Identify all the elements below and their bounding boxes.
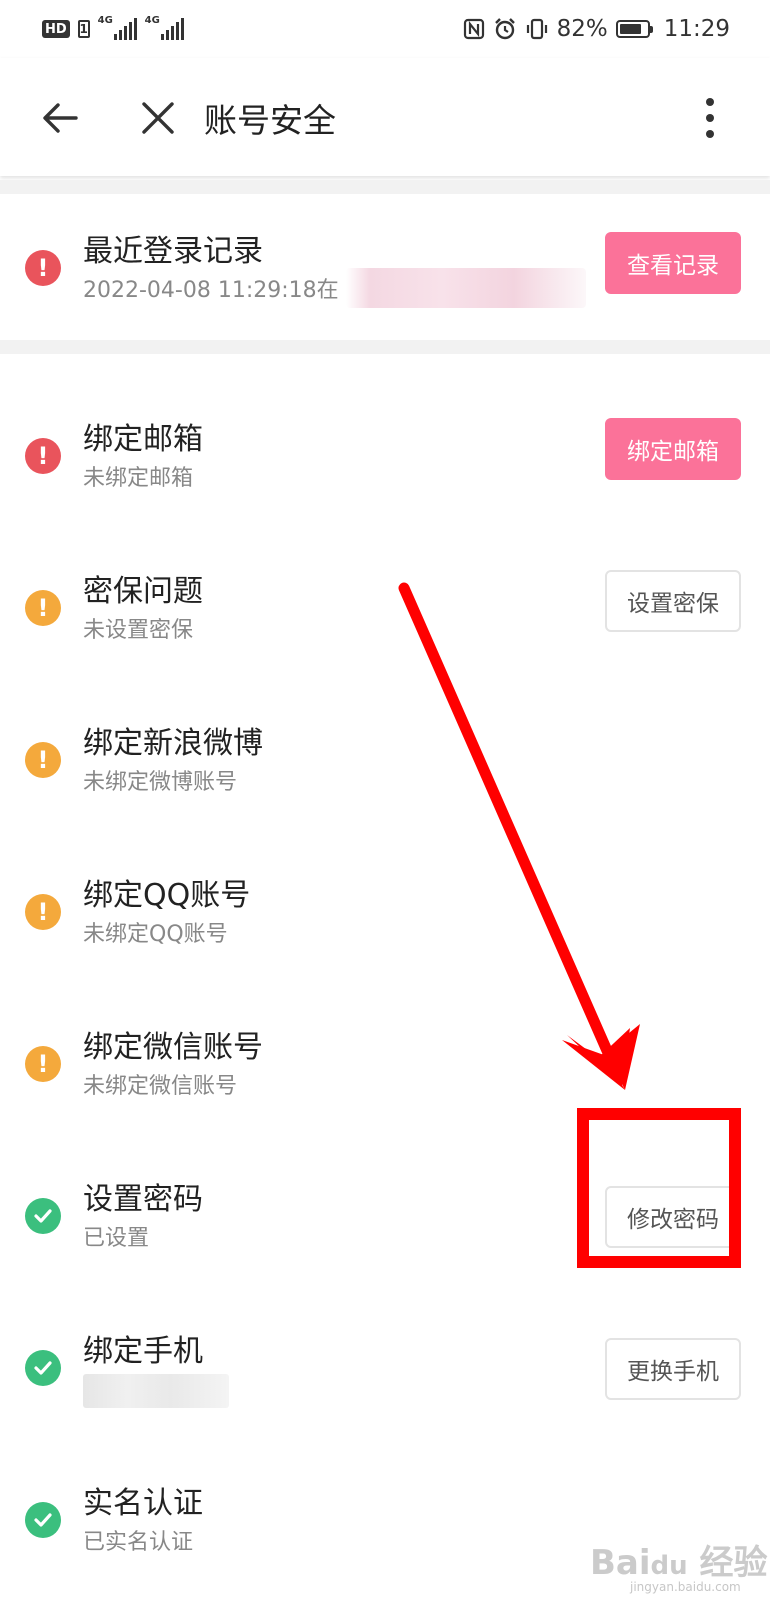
row-subtitle: 未绑定微信账号 [83,1074,238,1099]
section-divider [0,340,770,354]
row-bind-wechat[interactable]: ! 绑定微信账号 未绑定微信账号 [0,1020,770,1130]
arrow-left-icon[interactable] [40,98,80,138]
hd-badge: HD [42,20,70,38]
exclamation-circle-icon: ! [25,1046,61,1082]
vibrate-icon [526,18,547,40]
row-title: 最近登录记录 [83,234,263,269]
exclamation-circle-icon: ! [25,742,61,778]
row-title: 绑定新浪微博 [83,726,263,761]
row-bind-weibo[interactable]: ! 绑定新浪微博 未绑定微博账号 [0,716,770,826]
row-bind-qq[interactable]: ! 绑定QQ账号 未绑定QQ账号 [0,868,770,978]
check-circle-icon [25,1350,61,1386]
row-title: 绑定微信账号 [83,1030,263,1065]
signal-icon: 4G [97,15,137,40]
battery-percent: 82% [556,16,608,42]
row-subtitle: 未设置密保 [83,618,194,643]
network-type-2: 4G [144,15,160,26]
bind-email-button[interactable]: 绑定邮箱 [605,418,741,480]
change-phone-button[interactable]: 更换手机 [605,1338,741,1400]
exclamation-circle-icon: ! [25,250,61,286]
row-security-question: ! 密保问题 未设置密保 设置密保 [0,564,770,674]
alarm-icon [494,18,515,40]
row-subtitle: 2022-04-08 11:29:18在 [83,278,339,303]
row-subtitle: 未绑定微博账号 [83,770,238,795]
status-bar-right: 82% 11:29 [463,16,730,42]
row-title: 绑定手机 [83,1334,203,1369]
status-bar: HD 1 4G 4G 82% 11:29 [0,0,770,58]
row-title: 绑定邮箱 [83,422,203,457]
network-type: 4G [97,15,113,26]
set-security-question-button[interactable]: 设置密保 [605,570,741,632]
signal-icon-2: 4G [144,15,184,40]
row-title: 绑定QQ账号 [83,878,251,913]
row-subtitle: 已实名认证 [83,1530,194,1555]
check-circle-icon [25,1198,61,1234]
blurred-phone-number [83,1374,229,1408]
row-subtitle: 未绑定QQ账号 [83,922,228,947]
row-title: 设置密码 [83,1182,203,1217]
close-icon[interactable] [138,98,178,138]
exclamation-circle-icon: ! [25,894,61,930]
change-password-button[interactable]: 修改密码 [605,1186,741,1248]
section-divider [0,180,770,194]
check-circle-icon [25,1502,61,1538]
page-title: 账号安全 [204,101,336,140]
row-subtitle: 未绑定邮箱 [83,466,194,491]
status-bar-left: HD 1 4G 4G [42,15,184,40]
view-records-button[interactable]: 查看记录 [605,232,741,294]
watermark-url: jingyan.baidu.com [630,1580,741,1594]
blurred-location [346,268,586,308]
more-vertical-icon[interactable] [700,96,720,140]
row-set-password: 设置密码 已设置 修改密码 [0,1172,770,1282]
clock: 11:29 [663,16,730,42]
exclamation-circle-icon: ! [25,438,61,474]
baidu-watermark: Baidu 经验 [590,1543,768,1583]
row-bind-email: ! 绑定邮箱 未绑定邮箱 绑定邮箱 [0,412,770,522]
row-title: 密保问题 [83,574,203,609]
nfc-icon [463,18,484,40]
row-subtitle: 已设置 [83,1226,150,1251]
battery-icon [615,20,653,38]
row-title: 实名认证 [83,1486,203,1521]
nav-bar: 账号安全 [0,58,770,176]
exclamation-circle-icon: ! [25,590,61,626]
sim-badge: 1 [77,20,90,38]
